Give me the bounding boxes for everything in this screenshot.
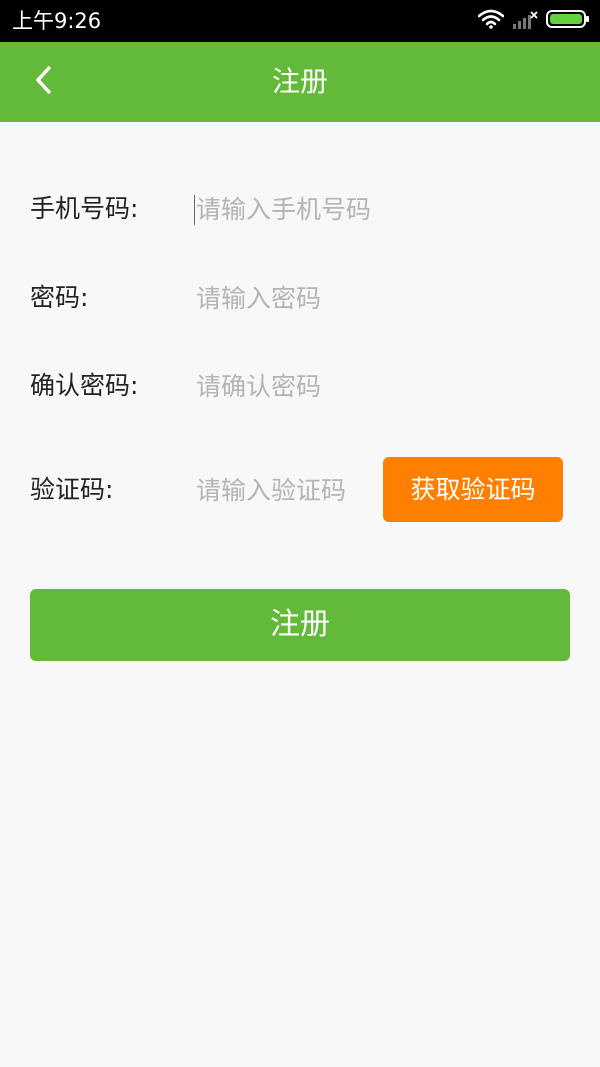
- back-button[interactable]: [24, 60, 64, 104]
- status-time: 上午9:26: [12, 9, 102, 33]
- text-caret: [194, 195, 195, 225]
- battery-icon: [546, 9, 590, 33]
- code-label: 验证码:: [30, 475, 114, 504]
- password-input[interactable]: [194, 273, 576, 323]
- chevron-left-icon: [34, 65, 54, 99]
- code-input[interactable]: [194, 465, 376, 515]
- register-button[interactable]: 注册: [30, 589, 570, 661]
- password-row: 密码:: [0, 268, 600, 328]
- status-icons: [477, 8, 590, 34]
- confirm-password-row: 确认密码:: [0, 356, 600, 416]
- wifi-icon: [477, 9, 505, 33]
- page-title: 注册: [271, 65, 328, 98]
- phone-row: 手机号码:: [0, 179, 600, 239]
- phone-label: 手机号码:: [30, 194, 139, 223]
- get-code-button[interactable]: 获取验证码: [383, 457, 563, 522]
- confirm-password-input[interactable]: [194, 361, 576, 411]
- password-label: 密码:: [30, 283, 89, 312]
- phone-input[interactable]: [194, 184, 576, 234]
- signal-icon: [512, 9, 538, 33]
- status-bar: 上午9:26: [0, 0, 600, 42]
- confirm-password-label: 确认密码:: [30, 371, 139, 400]
- app-bar: 注册: [0, 42, 600, 122]
